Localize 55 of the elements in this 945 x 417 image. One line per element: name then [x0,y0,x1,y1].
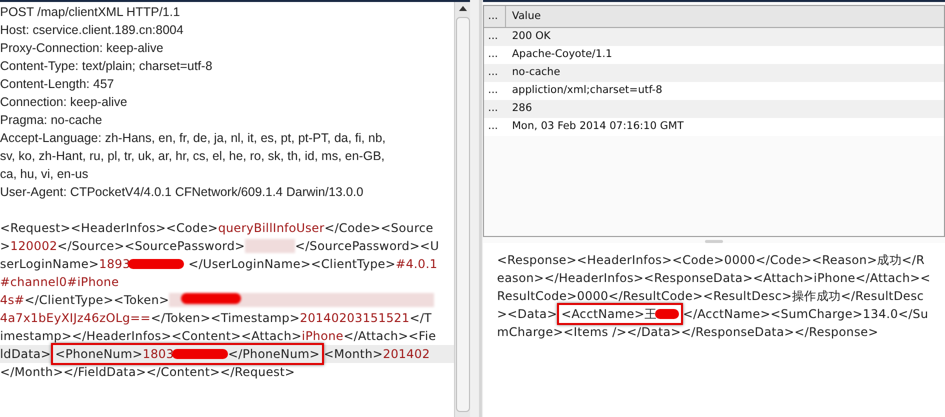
splitter-handle[interactable] [705,240,723,243]
header-line: sv, ko, zh-Hant, ru, pl, tr, uk, ar, hr, cs, el, he, ro, sk, th, id, ms, en-GB, [0,148,386,165]
xml-text: #channel0#iPhone [0,274,119,291]
xml-text: </Month></FieldData></Content></Request> [0,364,296,381]
scrollbar-thumb[interactable] [456,17,470,412]
header-line: Content-Type: text/plain; charset=utf-8 [0,58,214,75]
xml-text: ><Data> [497,306,558,323]
xml-text: serLoginName>1893 [0,256,130,273]
xml-text: >120002</Source><SourcePassword> [0,238,246,255]
xml-text: <PhoneNum>1803 [55,346,174,363]
column-header[interactable]: ... [484,6,506,27]
header-line: Connection: keep-alive [0,94,128,111]
redaction-scribble [128,259,184,269]
xml-text: </UserLoginName><ClientType>#4.0.1 [187,256,438,273]
blurred-redaction [245,239,296,253]
header-line: POST /map/clientXML HTTP/1.1 [0,4,181,21]
header-line: Accept-Language: zh-Hans, en, fr, de, ja, nl, it, es, pt, pt-PT, da, fi, nb, [0,130,387,147]
xml-text: ResultCode>0000</ResultCode><ResultDesc>操作成功</ResultDesc [497,288,924,305]
table-cell-text: 286 [511,101,534,116]
xml-text: <AcctName>王 [561,306,657,323]
column-header[interactable]: Value [506,8,944,24]
xml-text: eason></HeaderInfos><ResponseData><Attach>iPhone</Attach>< [497,270,931,287]
scrollbar[interactable] [454,2,470,417]
xml-text: <Month>201402 [324,346,430,363]
xml-text: </AcctName><SumCharge>134.0</Su [682,306,928,323]
table-cell-text: ... [487,65,500,80]
xml-text: 4a7x1bEyXIJz46zOLg==</Token><Timestamp>20140203151521</T [0,310,432,327]
header-line: Pragma: no-cache [0,112,104,129]
xml-text: 4s#</ClientType><Token> [0,292,170,309]
header-line: ca, hu, vi, en-us [0,166,90,183]
xml-text: <Request><HeaderInfos><Code>queryBillInfoUser</Code><Source [0,220,434,237]
table-cell-text: no-cache [511,65,562,80]
redaction-scribble [181,293,242,304]
xml-text: </PhoneNum> [228,346,320,363]
xml-text: imestamp></HeaderInfos><Content><Attach>iPhone</Attach><Fie [0,328,436,345]
table-cell-text: Apache-Coyote/1.1 [511,47,614,62]
xml-text: ldData> [0,346,52,363]
table-cell-text: ... [487,101,500,116]
table-cell-text: 200 OK [511,29,552,44]
table-cell-text: ... [487,29,500,44]
header-line: Content-Length: 457 [0,76,115,93]
table-cell-text: ... [487,83,500,98]
table-cell-text: ... [487,47,500,62]
redaction-scribble [172,349,228,359]
xml-text: </SourcePassword><U [295,238,440,255]
header-line: Proxy-Connection: keep-alive [0,40,164,57]
xml-text: <Response><HeaderInfos><Code>0000</Code><Reason>成功</R [497,252,925,269]
xml-text: mCharge><Items /></Data></ResponseData></Response> [497,324,878,341]
header-line: User-Agent: CTPocketV4/4.0.1 CFNetwork/609.1.4 Darwin/13.0.0 [0,184,364,201]
splitter[interactable] [479,0,482,417]
redaction-scribble [654,309,679,319]
table-cell-text: ... [487,119,500,134]
table-cell-text: Mon, 03 Feb 2014 07:16:10 GMT [511,119,685,134]
header-line: Host: cservice.client.189.cn:8004 [0,22,184,39]
table-cell-text: appliction/xml;charset=utf-8 [511,83,664,98]
